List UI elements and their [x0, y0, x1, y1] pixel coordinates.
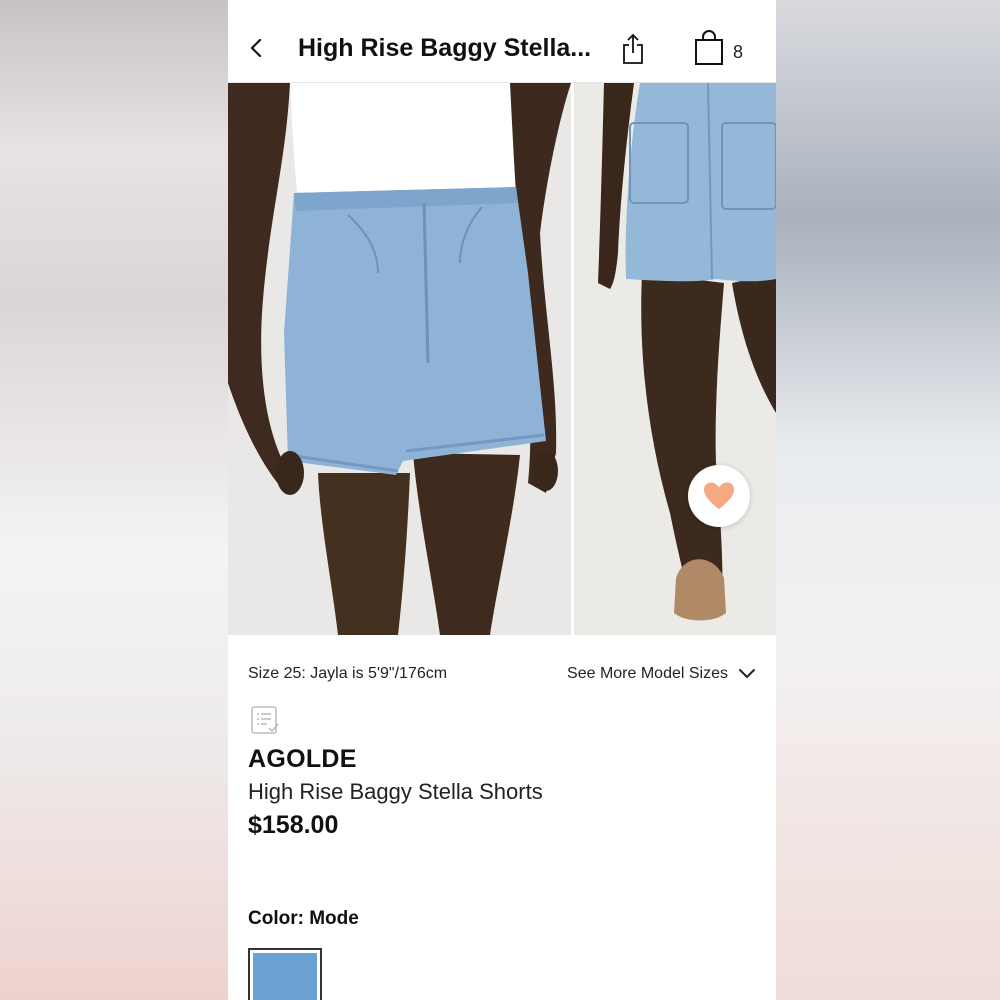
bag-count-badge: 8 — [733, 42, 744, 62]
chevron-left-icon[interactable] — [248, 37, 266, 59]
background-left — [0, 0, 228, 1000]
brand-name[interactable]: AGOLDE — [248, 745, 357, 774]
shopping-bag-icon[interactable] — [694, 30, 724, 66]
product-name: High Rise Baggy Stella Shorts — [248, 779, 543, 804]
product-image-back[interactable] — [574, 83, 776, 635]
color-swatch-fill — [253, 953, 317, 1000]
model-size-info: Size 25: Jayla is 5'9"/176cm — [248, 665, 448, 682]
product-image-front[interactable] — [228, 83, 571, 635]
color-label: Color: Mode — [248, 908, 359, 929]
product-page: High Rise Baggy Stella... 8 Size 25: Jay… — [228, 0, 776, 1000]
see-more-model-sizes-label: See More Model Sizes — [567, 665, 728, 682]
see-more-model-sizes-button[interactable]: See More Model Sizes — [567, 665, 756, 683]
product-price: $158.00 — [248, 811, 339, 839]
favorite-button[interactable] — [688, 465, 750, 527]
top-navigation-bar: High Rise Baggy Stella... 8 — [228, 0, 776, 83]
share-icon[interactable] — [620, 33, 646, 65]
background-right — [776, 0, 1000, 1000]
heart-icon — [704, 482, 734, 509]
product-image-gallery[interactable] — [228, 83, 776, 635]
color-swatch-mode[interactable] — [248, 948, 322, 1000]
page-title: High Rise Baggy Stella... — [298, 34, 592, 62]
chevron-down-icon — [739, 669, 755, 679]
checklist-icon[interactable] — [250, 705, 280, 735]
